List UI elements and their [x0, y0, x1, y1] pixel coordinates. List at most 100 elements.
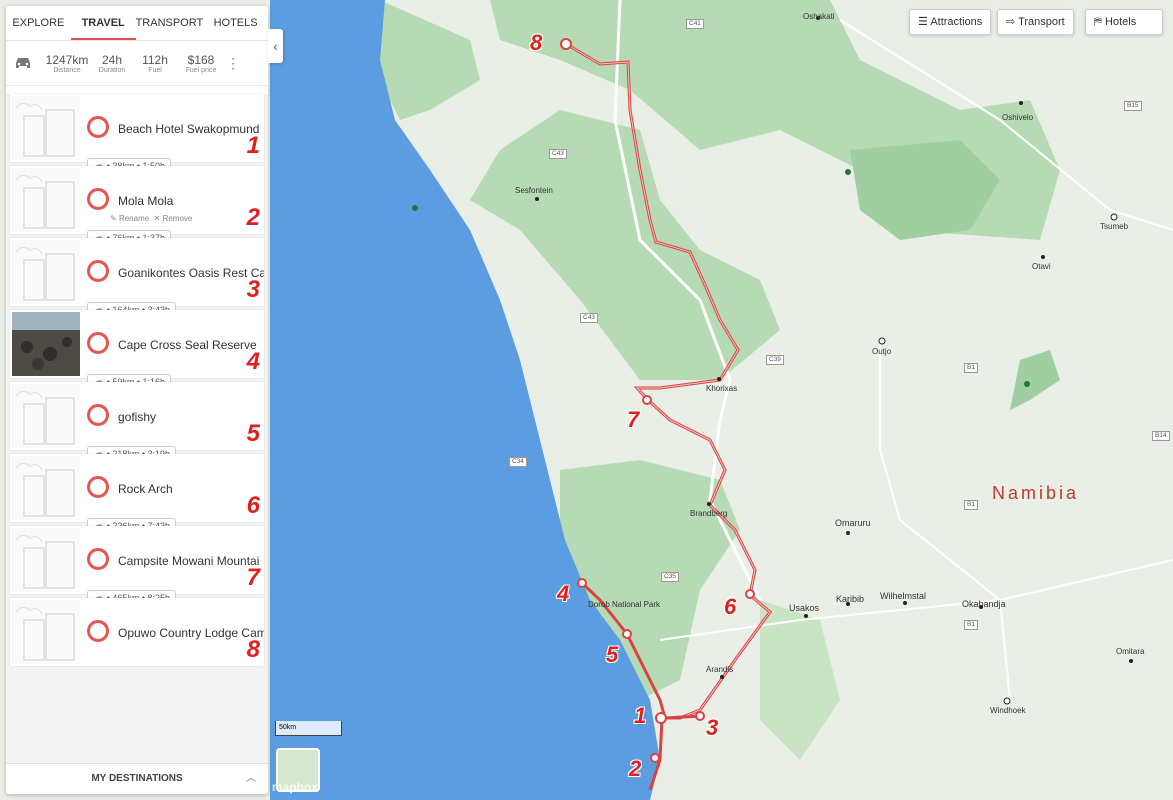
trip-stats: 1247km Distance 24h Duration 112h Fuel $168… — [6, 41, 268, 86]
place-label: Oshakati — [803, 12, 835, 21]
hotel-placeholder-image — [12, 528, 80, 592]
place-label: Omitara — [1116, 647, 1145, 656]
destination-marker-icon — [87, 188, 109, 210]
place-label: Otavi — [1032, 262, 1051, 271]
stat-fuel: 112h Fuel — [132, 53, 178, 74]
road-shield: B1 — [964, 363, 978, 373]
remove-label: Remove — [162, 214, 193, 223]
road-shield: B1 — [964, 500, 978, 510]
hotel-placeholder-image — [12, 96, 80, 160]
attractions-icon: ☰ — [918, 16, 931, 28]
place-label: Sesfontein — [515, 186, 553, 195]
stat-value: 112h — [142, 52, 168, 67]
stat-label: Fuel — [148, 66, 162, 74]
stat-distance: 1247km Distance — [42, 53, 92, 74]
tab-bar: EXPLORE TRAVEL TRANSPORT HOTELS — [6, 6, 268, 41]
side-panel: EXPLORE TRAVEL TRANSPORT HOTELS 1247km Di… — [6, 6, 268, 794]
destination-name: Mola Mola — [118, 194, 174, 208]
transport-button[interactable]: ⇨ Transport — [997, 9, 1074, 35]
list-item[interactable]: Goanikontes Oasis Rest Ca 3 — [10, 238, 264, 306]
place-label: Windhoek — [990, 706, 1026, 715]
destination-number: 5 — [246, 420, 260, 447]
road-shield: B1 — [964, 620, 978, 630]
destination-number: 4 — [246, 348, 260, 375]
place-label: Karibib — [836, 594, 865, 604]
destination-marker-icon — [87, 404, 109, 426]
place-label: Omaruru — [835, 518, 871, 528]
stat-value: 24h — [101, 52, 123, 67]
hotel-placeholder-image — [12, 240, 80, 304]
hotel-placeholder-image — [12, 600, 80, 664]
destination-number: 1 — [246, 132, 260, 159]
destination-marker-icon — [87, 260, 109, 282]
stat-value: 1247km — [45, 52, 89, 67]
place-label: Khorixas — [706, 384, 738, 393]
destination-number: 6 — [246, 492, 260, 519]
tab-explore[interactable]: EXPLORE — [6, 6, 71, 40]
seal-photo — [12, 312, 80, 376]
map-marker-number: 1 — [634, 703, 647, 728]
country-label: Namibia — [992, 483, 1080, 503]
place-label: Dorob National Park — [588, 600, 661, 609]
place-label: Oshivelo — [1002, 113, 1034, 122]
destination-marker-icon — [87, 332, 109, 354]
map-marker-number: 2 — [629, 756, 642, 781]
footer-label: MY DESTINATIONS — [91, 773, 183, 784]
destination-number: 7 — [246, 564, 260, 591]
transport-icon: ⇨ — [1006, 16, 1019, 28]
destination-name: Goanikontes Oasis Rest Ca — [118, 266, 264, 280]
item-actions: ✎ Rename ✕ Remove — [110, 214, 192, 223]
destination-marker-icon — [87, 620, 109, 642]
destination-name: Beach Hotel Swakopmund — [118, 122, 260, 136]
destination-list: Beach Hotel Swakopmund 1 🚗 • 38km • 1:50… — [6, 94, 268, 764]
map-marker-number: 4 — [557, 581, 570, 606]
mapbox-attribution: mapbox — [272, 780, 319, 794]
more-options-icon[interactable]: ⋮ — [226, 55, 240, 72]
destination-number: 3 — [246, 276, 260, 303]
road-shield: B15 — [1124, 101, 1142, 111]
destination-marker-icon — [87, 476, 109, 498]
place-label: Usakos — [789, 603, 820, 613]
place-label: Tsumeb — [1100, 222, 1129, 231]
hotels-button[interactable]: ⛿ Hotels — [1085, 9, 1163, 35]
remove-link[interactable]: ✕ Remove — [151, 214, 193, 223]
place-label: Outjo — [872, 347, 892, 356]
road-shield: C34 — [509, 457, 527, 467]
list-item[interactable]: Opuwo Country Lodge Cam 8 — [10, 598, 264, 666]
collapse-panel-button[interactable]: ‹ — [268, 29, 283, 63]
hotel-placeholder-image — [12, 456, 80, 520]
place-label: Arandis — [706, 665, 734, 674]
destination-name: Cape Cross Seal Reserve — [118, 338, 257, 352]
road-shield: C41 — [686, 19, 704, 29]
tab-hotels[interactable]: HOTELS — [203, 6, 268, 40]
stat-value: $168 — [187, 52, 215, 67]
tab-transport[interactable]: TRANSPORT — [136, 6, 204, 40]
map-marker-number: 3 — [706, 715, 719, 740]
list-item[interactable]: Campsite Mowani Mountai 7 — [10, 526, 264, 594]
destination-name: Opuwo Country Lodge Cam — [118, 626, 264, 640]
map-scale: 50km — [275, 721, 342, 736]
list-item[interactable]: Mola Mola ✎ Rename ✕ Remove 2 — [10, 166, 264, 234]
place-label: Okahandja — [962, 599, 1006, 609]
list-item[interactable]: gofishy 5 — [10, 382, 264, 450]
road-shield: C35 — [661, 572, 679, 582]
destination-marker-icon — [87, 116, 109, 138]
destination-name: Rock Arch — [118, 482, 173, 496]
attractions-button[interactable]: ☰ Attractions — [909, 9, 992, 35]
list-item[interactable]: Rock Arch 6 — [10, 454, 264, 522]
list-item[interactable]: Cape Cross Seal Reserve 4 — [10, 310, 264, 378]
list-item[interactable]: Beach Hotel Swakopmund 1 — [10, 94, 264, 162]
my-destinations-toggle[interactable]: MY DESTINATIONS ︿ — [6, 763, 268, 794]
map-marker-number: 6 — [724, 594, 737, 619]
rename-link[interactable]: ✎ Rename — [110, 214, 149, 223]
stat-label: Distance — [53, 66, 81, 74]
tab-travel[interactable]: TRAVEL — [70, 6, 136, 40]
hotels-label: Hotels — [1105, 16, 1137, 28]
stat-duration: 24h Duration — [92, 53, 132, 74]
chevron-up-icon: ︿ — [246, 773, 256, 784]
road-shield: C43 — [580, 313, 598, 323]
place-label: Wilhelmstal — [880, 591, 927, 601]
place-label: Brandberg — [690, 509, 728, 518]
road-shield: C39 — [766, 355, 784, 365]
stat-label: Duration — [98, 66, 126, 74]
